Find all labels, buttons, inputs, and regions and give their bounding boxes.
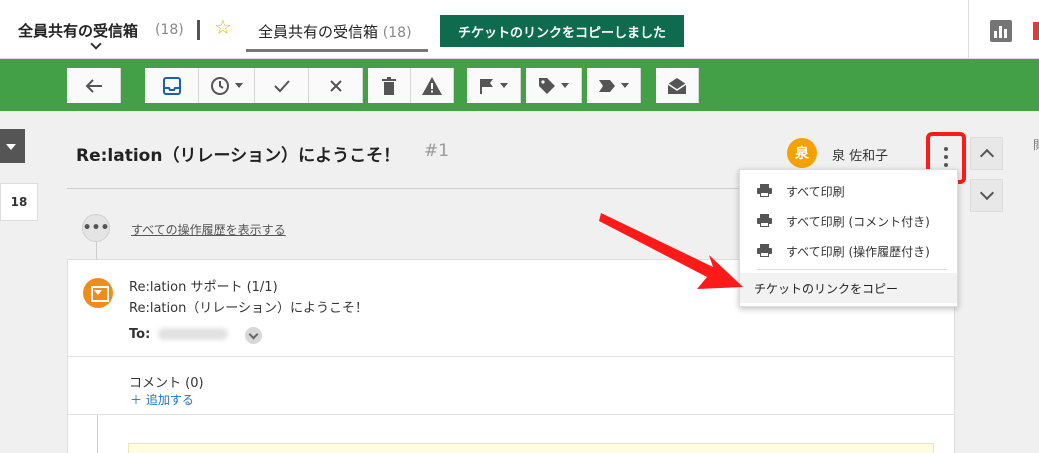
divider bbox=[197, 20, 200, 40]
flag-button[interactable] bbox=[467, 68, 521, 103]
menu-divider bbox=[757, 269, 947, 270]
menu-item-print-all[interactable]: すべて印刷 bbox=[740, 176, 957, 206]
snooze-button[interactable] bbox=[199, 68, 255, 103]
assignee-name[interactable]: 泉 佐和子 bbox=[832, 145, 888, 164]
annotation-arrow-icon bbox=[599, 213, 743, 289]
trash-icon bbox=[382, 76, 396, 95]
copy-toast: チケットのリンクをコピーしました bbox=[440, 15, 684, 47]
close-icon bbox=[329, 79, 342, 92]
tab-shared-inbox[interactable]: 全員共有の受信箱 (18) bbox=[246, 8, 428, 52]
tab-label: 全員共有の受信箱 bbox=[258, 23, 379, 41]
more-options-menu: すべて印刷 すべて印刷 (コメント付き) すべて印刷 (操作履歴付き) チケット… bbox=[739, 169, 958, 307]
message-body-notice bbox=[128, 443, 934, 453]
menu-item-label: すべて印刷 (コメント付き) bbox=[786, 215, 930, 229]
dropdown-caret-icon bbox=[500, 83, 508, 88]
menu-item-label: すべて印刷 bbox=[786, 185, 845, 199]
printer-icon bbox=[757, 214, 772, 227]
unread-badge[interactable]: 18 bbox=[0, 183, 38, 221]
collapse-rail-button[interactable] bbox=[0, 129, 25, 163]
divider bbox=[968, 0, 969, 59]
dismiss-button[interactable] bbox=[309, 68, 363, 103]
flag-icon bbox=[480, 78, 493, 94]
show-all-history-link[interactable]: すべての操作履歴を表示する bbox=[131, 221, 286, 238]
delete-button[interactable] bbox=[368, 68, 411, 103]
tag-icon bbox=[539, 77, 555, 94]
inbound-mail-icon bbox=[83, 278, 113, 308]
timeline-line bbox=[96, 242, 97, 260]
envelope-open-icon bbox=[667, 77, 687, 94]
mark-read-button[interactable] bbox=[656, 68, 699, 103]
menu-item-label: すべて印刷 (操作履歴付き) bbox=[786, 245, 930, 259]
label-button[interactable] bbox=[587, 68, 641, 103]
resolve-button[interactable] bbox=[255, 68, 309, 103]
divider bbox=[68, 414, 954, 415]
timeline-line bbox=[97, 415, 98, 453]
back-arrow-icon bbox=[85, 78, 102, 93]
message-subject: Re:lation（リレーション）にようこそ！ bbox=[129, 301, 369, 316]
tab-count: (18) bbox=[382, 25, 412, 41]
notification-icon[interactable] bbox=[1033, 22, 1039, 40]
back-button[interactable] bbox=[67, 68, 121, 103]
dropdown-caret-icon bbox=[561, 83, 569, 88]
comment-count: コメント (0) bbox=[129, 376, 204, 391]
printer-icon bbox=[757, 244, 772, 257]
spam-button[interactable] bbox=[411, 68, 454, 103]
add-comment-link[interactable]: ＋ 追加する bbox=[130, 391, 194, 408]
expand-recipients-icon[interactable] bbox=[245, 327, 262, 344]
dropdown-caret-icon bbox=[621, 83, 629, 88]
warning-icon bbox=[422, 76, 442, 95]
divider bbox=[68, 356, 954, 357]
top-header: 全員共有の受信箱 (18) ☆ 全員共有の受信箱 (18) チケットのリンクをコ… bbox=[0, 0, 1039, 59]
bar-chart-icon[interactable] bbox=[990, 20, 1012, 42]
check-icon bbox=[273, 79, 290, 92]
ticket-title: Re:lation（リレーション）にようこそ！ bbox=[76, 146, 401, 166]
menu-item-print-with-history[interactable]: すべて印刷 (操作履歴付き) bbox=[740, 236, 957, 266]
message-sender: Re:lation サポート (1/1) bbox=[129, 280, 278, 295]
inbox-button[interactable] bbox=[145, 68, 199, 103]
next-ticket-button[interactable] bbox=[970, 179, 1003, 212]
label-icon bbox=[599, 79, 615, 92]
previous-ticket-button[interactable] bbox=[970, 137, 1003, 170]
recipient-redacted bbox=[158, 328, 228, 340]
menu-item-label: チケットのリンクをコピー bbox=[754, 282, 899, 296]
inbox-title[interactable]: 全員共有の受信箱 bbox=[18, 20, 138, 41]
side-panel-label: 閲 bbox=[1033, 136, 1039, 153]
clock-icon bbox=[211, 76, 229, 95]
dropdown-caret-icon bbox=[235, 83, 243, 88]
ticket-id: #1 bbox=[424, 141, 450, 161]
tag-button[interactable] bbox=[526, 68, 582, 103]
action-toolbar bbox=[0, 59, 1039, 111]
inbox-count: (18) bbox=[155, 22, 184, 38]
menu-item-print-with-comments[interactable]: すべて印刷 (コメント付き) bbox=[740, 206, 957, 236]
to-label: To: bbox=[129, 327, 151, 342]
star-icon[interactable]: ☆ bbox=[214, 17, 232, 37]
avatar: 泉 bbox=[787, 138, 817, 168]
menu-item-copy-ticket-link[interactable]: チケットのリンクをコピー bbox=[740, 273, 957, 303]
inbox-icon bbox=[162, 76, 181, 95]
more-history-icon[interactable]: ••• bbox=[82, 214, 110, 242]
printer-icon bbox=[757, 184, 772, 197]
